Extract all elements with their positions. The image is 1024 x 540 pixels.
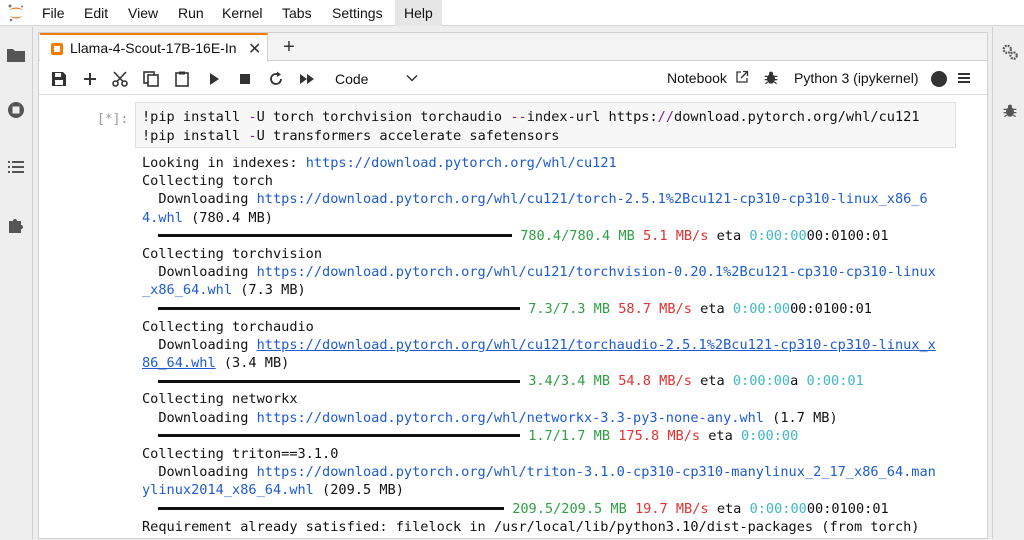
menu-icon[interactable] xyxy=(957,71,971,85)
output-line: Downloading https://download.pytorch.org… xyxy=(142,191,928,208)
progress-line: 7.3/7.3 MB 58.7 MB/s eta 0:00:0000:0100:… xyxy=(142,300,972,318)
progress-bar xyxy=(158,434,520,438)
progress-line: 780.4/780.4 MB 5.1 MB/s eta 0:00:0000:01… xyxy=(142,227,972,245)
running-kernels-icon[interactable] xyxy=(6,100,26,120)
paste-icon[interactable] xyxy=(173,70,191,88)
download-link[interactable]: _x86_64.whl xyxy=(142,282,232,298)
output-line: Downloading https://download.pytorch.org… xyxy=(142,464,936,481)
download-link[interactable]: ylinux2014_x86_64.whl xyxy=(142,482,314,498)
open-in-notebook-link[interactable]: Notebook xyxy=(667,70,727,86)
jupyter-logo-icon xyxy=(8,4,23,22)
download-link[interactable]: 4.whl xyxy=(142,210,183,226)
tab-notebook[interactable]: Llama-4-Scout-17B-16E-In ✕ xyxy=(40,33,268,62)
output-line: Collecting torchvision xyxy=(142,245,323,262)
menu-bar: File Edit View Run Kernel Tabs Settings … xyxy=(0,0,1024,26)
output-line: Collecting networkx xyxy=(142,391,298,408)
external-link-icon[interactable] xyxy=(735,70,749,84)
notebook-toolbar: Code Notebook Python 3 (ipykernel) xyxy=(39,62,987,95)
output-line: _x86_64.whl (7.3 MB) xyxy=(142,282,306,299)
progress-bar xyxy=(158,307,520,310)
download-link[interactable]: https://download.pytorch.org/whl/cu121/t… xyxy=(257,337,936,353)
fast-forward-icon[interactable] xyxy=(298,70,316,88)
cell-output: Looking in indexes: https://download.pyt… xyxy=(142,154,972,536)
code-input[interactable]: !pip install -U torch torchvision torcha… xyxy=(135,102,956,148)
kernel-busy-indicator xyxy=(931,71,947,87)
output-line: Downloading https://download.pytorch.org… xyxy=(142,264,936,281)
stop-icon[interactable] xyxy=(236,70,254,88)
right-sidebar xyxy=(992,27,1024,539)
menu-settings[interactable]: Settings xyxy=(332,0,383,26)
index-url-link[interactable]: https://download.pytorch.org/whl/cu121 xyxy=(306,155,617,171)
output-line: Downloading https://download.pytorch.org… xyxy=(142,336,936,353)
download-link[interactable]: https://download.pytorch.org/whl/network… xyxy=(257,410,764,426)
chevron-down-icon xyxy=(406,74,418,82)
extensions-icon[interactable] xyxy=(6,215,26,235)
menu-file[interactable]: File xyxy=(42,0,65,26)
output-line: Collecting torch xyxy=(142,173,273,190)
folder-icon[interactable] xyxy=(6,45,26,65)
code-line: !pip install -U transformers accelerate … xyxy=(142,128,560,144)
menu-tabs[interactable]: Tabs xyxy=(282,0,312,26)
run-icon[interactable] xyxy=(205,70,223,88)
progress-line: 3.4/3.4 MB 54.8 MB/s eta 0:00:00a 0:00:0… xyxy=(142,372,972,390)
close-icon[interactable]: ✕ xyxy=(248,39,261,59)
menu-run[interactable]: Run xyxy=(178,0,204,26)
cell-type-select[interactable]: Code xyxy=(335,68,427,90)
output-line: Collecting torchaudio xyxy=(142,318,314,335)
execution-prompt: [*]: xyxy=(97,112,129,127)
download-link[interactable]: 86_64.whl xyxy=(142,355,216,371)
kernel-name[interactable]: Python 3 (ipykernel) xyxy=(794,70,919,86)
debugger-bug-icon[interactable] xyxy=(1002,103,1018,119)
output-line: 86_64.whl (3.4 MB) xyxy=(142,355,290,372)
copy-icon[interactable] xyxy=(142,70,160,88)
output-line: Collecting triton==3.1.0 xyxy=(142,446,339,462)
property-inspector-gears-icon[interactable] xyxy=(1001,43,1019,61)
save-icon[interactable] xyxy=(50,70,68,88)
output-line: ylinux2014_x86_64.whl (209.5 MB) xyxy=(142,482,404,499)
insert-cell-icon[interactable] xyxy=(81,70,99,88)
left-sidebar xyxy=(0,27,33,539)
table-of-contents-icon[interactable] xyxy=(6,157,26,177)
code-line: !pip install -U torch torchvision torcha… xyxy=(142,109,920,125)
debugger-bug-icon[interactable] xyxy=(763,70,779,86)
progress-line: 1.7/1.7 MB 175.8 MB/s eta 0:00:00 xyxy=(142,427,972,445)
output-line: Requirement already satisfied: filelock … xyxy=(142,518,920,535)
progress-line: 209.5/209.5 MB 19.7 MB/s eta 0:00:0000:0… xyxy=(142,500,972,518)
notebook-cell: [*]: !pip install -U torch torchvision t… xyxy=(39,96,973,540)
cut-icon[interactable] xyxy=(111,70,129,88)
download-link[interactable]: https://download.pytorch.org/whl/cu121/t… xyxy=(257,191,928,207)
progress-bar xyxy=(158,507,504,511)
progress-bar xyxy=(158,234,512,238)
output-line: Looking in indexes: https://download.pyt… xyxy=(142,155,617,171)
progress-bar xyxy=(158,379,520,383)
output-line: 4.whl (780.4 MB) xyxy=(142,209,273,226)
menu-edit[interactable]: Edit xyxy=(84,0,108,26)
new-tab-button[interactable]: + xyxy=(275,35,303,59)
cell-type-value: Code xyxy=(335,71,369,87)
menu-help[interactable]: Help xyxy=(395,0,442,26)
download-link[interactable]: https://download.pytorch.org/whl/cu121/t… xyxy=(257,264,936,280)
tab-bar: Llama-4-Scout-17B-16E-In ✕ + xyxy=(39,33,987,62)
tab-title: Llama-4-Scout-17B-16E-In xyxy=(70,40,237,56)
menu-kernel[interactable]: Kernel xyxy=(222,0,262,26)
download-link[interactable]: https://download.pytorch.org/whl/triton-… xyxy=(257,464,936,480)
notebook-panel: Llama-4-Scout-17B-16E-In ✕ + Code Notebo… xyxy=(38,32,988,539)
restart-icon[interactable] xyxy=(267,70,285,88)
notebook-icon xyxy=(51,43,63,55)
output-line: Downloading https://download.pytorch.org… xyxy=(142,409,838,426)
menu-view[interactable]: View xyxy=(128,0,158,26)
